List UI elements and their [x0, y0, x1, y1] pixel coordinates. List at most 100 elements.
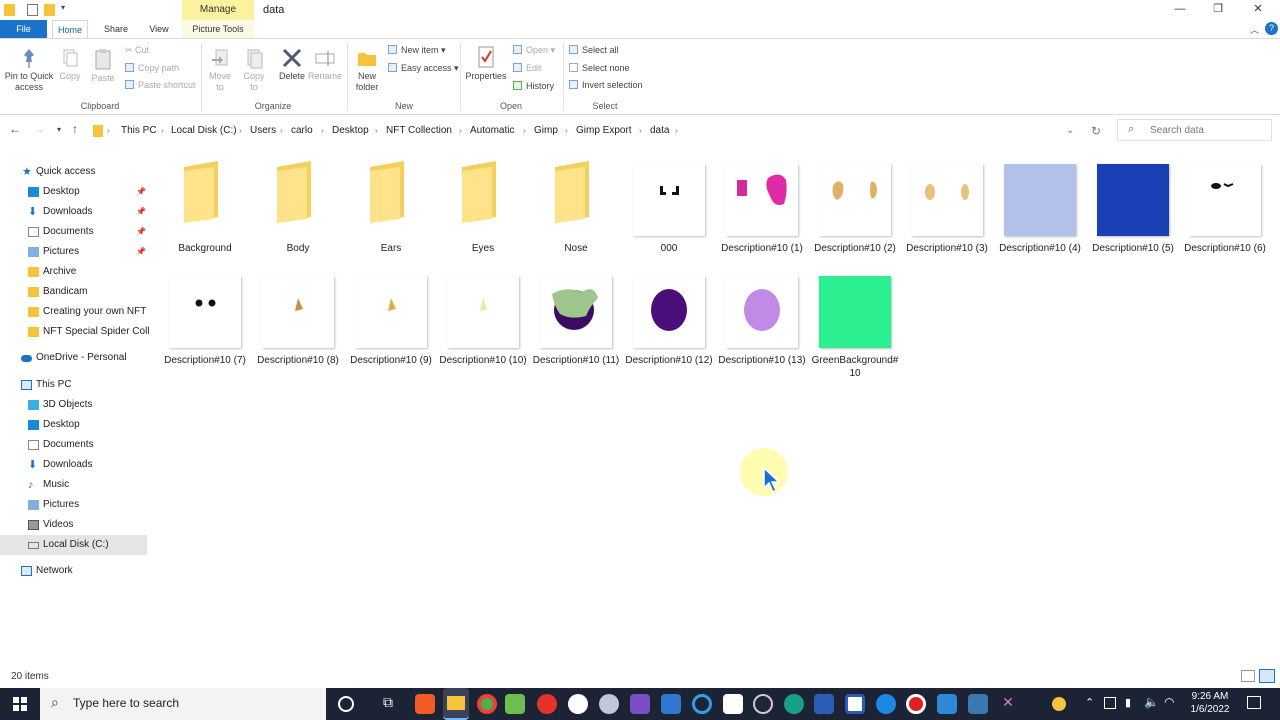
tab-file[interactable]: File — [0, 20, 47, 38]
easy-access-button[interactable]: Easy access ▾ — [388, 63, 459, 74]
pin-icon[interactable]: 📌 — [136, 242, 146, 262]
pin-icon[interactable]: 📌 — [136, 202, 146, 222]
new-item-button[interactable]: New item ▾ — [388, 45, 446, 56]
address-bar[interactable]: › This PC › Local Disk (C:) › Users › ca… — [88, 119, 1109, 141]
taskbar-search[interactable]: ⌕ Type here to search — [40, 688, 326, 720]
nav-item-desktop-pc[interactable]: Desktop — [0, 415, 147, 435]
edit-button[interactable]: Edit — [513, 63, 542, 74]
file-item-image[interactable]: Description#10 (9) — [347, 268, 435, 378]
word-icon[interactable] — [814, 694, 834, 714]
nav-quick-access[interactable]: ★ Quick access — [0, 162, 147, 182]
k-app-icon[interactable] — [876, 694, 896, 714]
python-icon[interactable] — [968, 694, 988, 714]
large-icons-view-icon[interactable] — [1259, 669, 1275, 683]
taskbar-search-input[interactable]: Type here to search — [73, 696, 179, 710]
address-dropdown-icon[interactable]: ⌄ — [1066, 120, 1074, 142]
maximize-button[interactable]: ❐ — [1199, 0, 1237, 20]
microphone-icon[interactable]: ▮ — [1125, 696, 1131, 709]
copy-to-button[interactable]: Copy to — [240, 47, 268, 93]
open-button[interactable]: Open ▾ — [513, 45, 555, 56]
tab-home[interactable]: Home — [52, 20, 88, 38]
pin-to-quick-access-button[interactable]: Pin to Quick access — [3, 47, 55, 93]
forward-arrow-icon[interactable]: → — [33, 122, 45, 136]
breadcrumb-item[interactable]: Users — [250, 120, 276, 142]
pin-icon[interactable]: 📌 — [136, 182, 146, 202]
nav-item-local-disk[interactable]: Local Disk (C:) — [0, 535, 147, 555]
up-arrow-icon[interactable]: ↑ — [72, 122, 78, 136]
nav-item-music[interactable]: ♪ Music — [0, 475, 147, 495]
search-box[interactable]: ⌕ Search data — [1117, 119, 1272, 141]
nav-item-documents[interactable]: Documents 📌 — [0, 222, 147, 242]
nav-item-desktop[interactable]: Desktop 📌 — [0, 182, 147, 202]
window-app-icon[interactable] — [845, 694, 865, 714]
properties-button[interactable]: Properties — [465, 45, 507, 82]
task-view-icon[interactable]: ⧉ — [378, 694, 398, 714]
file-item-image[interactable]: Description#10 (2) — [811, 156, 899, 266]
tab-share[interactable]: Share — [98, 20, 134, 38]
vscode-icon[interactable] — [937, 694, 957, 714]
file-item-image[interactable]: Description#10 (5) — [1089, 156, 1177, 266]
tab-view[interactable]: View — [141, 20, 177, 38]
app-icon[interactable] — [505, 694, 525, 714]
new-folder-icon[interactable] — [44, 4, 55, 16]
nav-item-creating-nft[interactable]: Creating your own NFT — [0, 302, 147, 322]
file-item-image[interactable]: Description#10 (13) — [718, 268, 806, 378]
pin-icon[interactable]: 📌 — [136, 222, 146, 242]
tray-device-icon[interactable] — [1104, 697, 1116, 709]
file-item-image[interactable]: Description#10 (4) — [996, 156, 1084, 266]
invert-selection-button[interactable]: Invert selection — [569, 80, 643, 91]
file-item-image[interactable]: Description#10 (6) — [1181, 156, 1269, 266]
chrome-icon[interactable] — [477, 694, 497, 714]
tab-manage[interactable]: Manage — [182, 0, 254, 20]
search-input[interactable]: Search data — [1150, 125, 1204, 136]
help-icon[interactable]: ? — [1265, 22, 1278, 35]
minimize-button[interactable]: — — [1161, 0, 1199, 20]
file-item-folder[interactable]: Eyes — [439, 156, 527, 266]
taskbar-clock[interactable]: 9:26 AM 1/6/2022 — [1183, 690, 1237, 716]
notifications-icon[interactable] — [1247, 696, 1261, 709]
nav-onedrive[interactable]: OneDrive - Personal — [0, 348, 147, 368]
paste-button[interactable]: Paste — [89, 47, 117, 84]
nav-item-3d-objects[interactable]: 3D Objects — [0, 395, 147, 415]
close-button[interactable]: ✕ — [1239, 0, 1277, 20]
breadcrumb-item[interactable]: Automatic — [470, 120, 514, 142]
file-item-image[interactable]: 000 — [625, 156, 713, 266]
file-item-folder[interactable]: Ears — [347, 156, 435, 266]
details-view-icon[interactable] — [1241, 670, 1255, 682]
file-item-image[interactable]: Description#10 (7) — [161, 268, 249, 378]
gimp-icon[interactable] — [599, 694, 619, 714]
copy-button[interactable]: Copy — [57, 47, 83, 82]
wifi-icon[interactable]: ◠ — [1164, 695, 1174, 709]
show-hidden-icons-icon[interactable]: ⌃ — [1085, 696, 1094, 709]
file-item-folder[interactable]: Background — [161, 156, 249, 266]
breadcrumb-item[interactable]: NFT Collection — [386, 120, 452, 142]
file-item-image[interactable]: Description#10 (11) — [532, 268, 620, 378]
breadcrumb-item[interactable]: Desktop — [332, 120, 369, 142]
pinned-app-icon[interactable]: ✕ — [998, 694, 1018, 714]
file-item-folder[interactable]: Nose — [532, 156, 620, 266]
nav-item-videos[interactable]: Videos — [0, 515, 147, 535]
properties-icon[interactable] — [27, 4, 38, 16]
nav-item-archive[interactable]: Archive — [0, 262, 147, 282]
nav-this-pc[interactable]: This PC — [0, 375, 147, 395]
collapse-ribbon-icon[interactable]: ︿ — [1250, 23, 1259, 36]
photos-icon[interactable] — [661, 694, 681, 714]
nav-item-bandicam[interactable]: Bandicam — [0, 282, 147, 302]
nav-network[interactable]: Network — [0, 561, 147, 581]
back-arrow-icon[interactable]: ← — [9, 122, 21, 136]
breadcrumb-item[interactable]: Gimp Export — [576, 120, 632, 142]
file-item-image[interactable]: Description#10 (3) — [903, 156, 991, 266]
heart-app-icon[interactable] — [537, 694, 557, 714]
breadcrumb-item[interactable]: This PC — [121, 120, 157, 142]
history-button[interactable]: History — [513, 81, 554, 92]
volume-icon[interactable]: 🔈 — [1144, 695, 1159, 709]
cortana-icon[interactable] — [338, 696, 354, 712]
recent-locations-icon[interactable]: ▾ — [57, 125, 61, 134]
edge-icon[interactable] — [692, 694, 712, 714]
nav-item-documents-pc[interactable]: Documents — [0, 435, 147, 455]
breadcrumb-item[interactable]: data — [650, 120, 669, 142]
copy-path-button[interactable]: Copy path — [125, 63, 179, 74]
steam-icon[interactable] — [753, 694, 773, 714]
file-item-image[interactable]: Description#10 (12) — [625, 268, 713, 378]
new-folder-button[interactable]: New folder — [352, 47, 382, 93]
